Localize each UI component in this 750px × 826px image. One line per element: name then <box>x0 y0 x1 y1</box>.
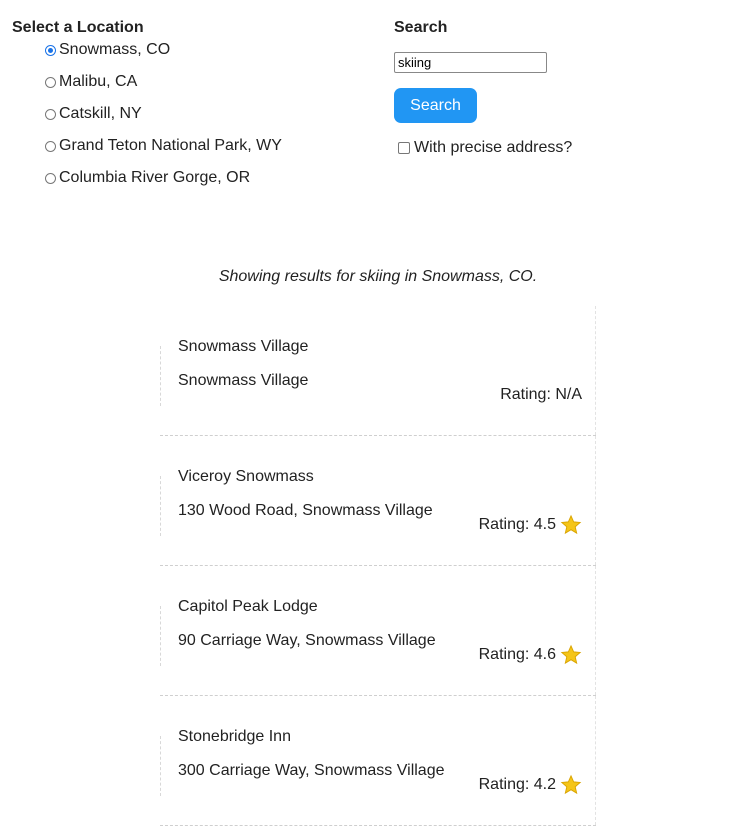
result-card[interactable]: Stonebridge Inn 300 Carriage Way, Snowma… <box>160 696 596 826</box>
radio-button[interactable] <box>45 76 56 88</box>
precise-address-option[interactable]: With precise address? <box>398 139 572 157</box>
results-list: Snowmass Village Snowmass Village Rating… <box>160 306 596 826</box>
search-button[interactable]: Search <box>394 88 477 123</box>
radio-button[interactable] <box>45 172 56 184</box>
star-icon <box>560 774 582 795</box>
result-name: Snowmass Village <box>178 338 309 355</box>
location-option-label: Snowmass, CO <box>59 41 171 58</box>
result-card[interactable]: Capitol Peak Lodge 90 Carriage Way, Snow… <box>160 566 596 696</box>
result-card[interactable]: Viceroy Snowmass 130 Wood Road, Snowmass… <box>160 436 596 566</box>
location-option-columbia-river[interactable]: Columbia River Gorge, OR <box>45 162 282 194</box>
location-option-malibu[interactable]: Malibu, CA <box>45 66 282 98</box>
result-name: Viceroy Snowmass <box>178 468 314 485</box>
search-title: Search <box>394 19 448 36</box>
result-address: Snowmass Village <box>178 372 309 389</box>
location-radio-group: Snowmass, CO Malibu, CA Catskill, NY Gra… <box>45 34 282 194</box>
location-option-label: Malibu, CA <box>59 73 138 90</box>
rating-text: Rating: 4.2 <box>478 776 556 793</box>
radio-button[interactable] <box>45 108 56 120</box>
result-rating: Rating: 4.5 <box>479 512 582 538</box>
result-rating: Rating: 4.2 <box>479 772 582 798</box>
location-option-label: Grand Teton National Park, WY <box>59 137 282 154</box>
location-option-label: Catskill, NY <box>59 105 142 122</box>
location-option-label: Columbia River Gorge, OR <box>59 169 251 186</box>
result-rating: Rating: N/A <box>500 382 582 408</box>
results-caption: Showing results for skiing in Snowmass, … <box>218 268 538 285</box>
precise-address-checkbox[interactable] <box>398 142 410 154</box>
result-address: 130 Wood Road, Snowmass Village <box>178 502 433 519</box>
radio-button[interactable] <box>45 44 56 56</box>
rating-text: Rating: 4.5 <box>478 516 556 533</box>
location-option-grand-teton[interactable]: Grand Teton National Park, WY <box>45 130 282 162</box>
star-icon <box>560 514 582 535</box>
location-option-snowmass[interactable]: Snowmass, CO <box>45 34 282 66</box>
result-rating: Rating: 4.6 <box>479 642 582 668</box>
result-name: Stonebridge Inn <box>178 728 291 745</box>
result-address: 90 Carriage Way, Snowmass Village <box>178 632 436 649</box>
result-name: Capitol Peak Lodge <box>178 598 318 615</box>
star-icon <box>560 644 582 665</box>
precise-address-label: With precise address? <box>414 139 573 156</box>
rating-text: Rating: 4.6 <box>478 646 556 663</box>
search-input[interactable] <box>394 52 547 73</box>
radio-button[interactable] <box>45 140 56 152</box>
location-option-catskill[interactable]: Catskill, NY <box>45 98 282 130</box>
rating-text: Rating: N/A <box>500 386 582 403</box>
result-address: 300 Carriage Way, Snowmass Village <box>178 762 445 779</box>
result-card[interactable]: Snowmass Village Snowmass Village Rating… <box>160 306 596 436</box>
search-section: Search Search With precise address? <box>394 18 572 156</box>
